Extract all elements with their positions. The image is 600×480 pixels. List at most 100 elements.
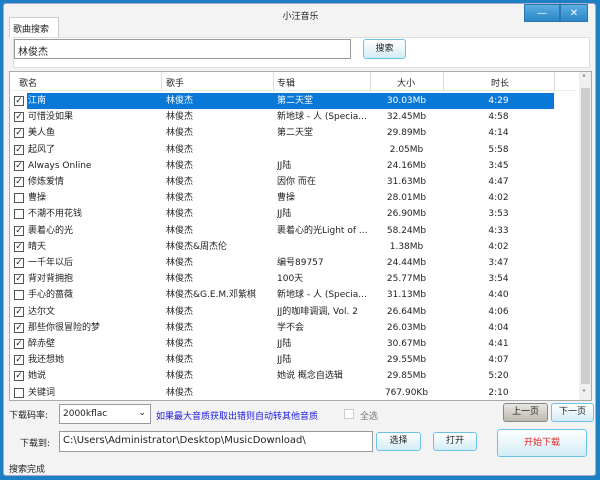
minimize-button[interactable]: — [524, 4, 560, 22]
album: 新地球 - 人 (Specia... [277, 112, 367, 123]
column-header-size[interactable]: 大小 [397, 76, 415, 89]
album: 100天 [277, 274, 304, 285]
select-all-checkbox[interactable] [344, 409, 354, 419]
song-name: 那些你很冒险的梦 [28, 322, 101, 333]
duration: 4:40 [488, 290, 509, 301]
row-checkbox[interactable]: ✓ [14, 274, 24, 285]
artist: 林俊杰 [166, 306, 194, 317]
table-row[interactable]: 不潮不用花钱 林俊杰 JJ陆 26.90Mb 3:53 [10, 206, 577, 222]
song-name: 美人鱼 [28, 128, 56, 139]
table-row[interactable]: 关键词 林俊杰 767.90Kb 2:10 [10, 385, 577, 400]
duration: 4:14 [488, 128, 509, 139]
album: JJ陆 [277, 209, 292, 220]
table-row[interactable]: 手心的蔷薇 林俊杰&G.E.M.邓紫棋 新地球 - 人 (Specia... 31.1… [10, 287, 577, 303]
table-row[interactable]: ✓ 那些你很冒险的梦 林俊杰 学不会 26.03Mb 4:04 [10, 320, 577, 336]
size: 24.16Mb [386, 160, 427, 171]
artist: 林俊杰 [166, 339, 194, 349]
table-row[interactable]: ✓ 她说 林俊杰 她说 概念自选辑 29.85Mb 5:20 [10, 368, 577, 384]
search-button[interactable]: 搜索 [363, 39, 406, 59]
song-name: 达尔文 [28, 306, 56, 317]
song-list: 歌名 歌手 专辑 大小 时长 ✓ 江南 林俊杰 第二天堂 30.03Mb 4:29 ✓ 可惜没… [9, 71, 592, 401]
row-checkbox[interactable]: ✓ [14, 258, 24, 268]
duration: 4:47 [488, 177, 509, 187]
album: JJ陆 [277, 355, 292, 366]
row-checkbox[interactable]: ✓ [14, 128, 24, 139]
bitrate-value: 2000kflac [63, 409, 108, 419]
column-header-album[interactable]: 专辑 [277, 76, 295, 89]
tab-song-search[interactable]: 歌曲搜索 [9, 17, 59, 38]
size: 25.77Mb [386, 274, 427, 285]
table-row[interactable]: ✓ 裹着心的光 林俊杰 裹着心的光Light of ... 58.24Mb 4:33 [10, 223, 577, 239]
table-row[interactable]: 曹操 林俊杰 曹操 28.01Mb 4:02 [10, 190, 577, 206]
song-name: 背对背拥抱 [28, 274, 74, 285]
artist: 林俊杰 [166, 322, 194, 333]
search-input[interactable]: 林俊杰 [14, 39, 351, 59]
scrollbar[interactable]: ˄ ˅ [579, 72, 591, 400]
table-row[interactable]: ✓ 修炼爱情 林俊杰 因你 而在 31.63Mb 4:47 [10, 174, 577, 190]
row-checkbox[interactable]: ✓ [14, 160, 24, 171]
song-name: 我还想她 [28, 355, 65, 366]
column-header-name[interactable]: 歌名 [19, 76, 37, 89]
song-name: 关键词 [28, 387, 56, 398]
artist: 林俊杰 [166, 387, 194, 398]
choose-button[interactable]: 选择 [376, 432, 421, 451]
artist: 林俊杰 [166, 371, 194, 382]
scroll-down-icon[interactable]: ˅ [582, 389, 586, 398]
artist: 林俊杰 [166, 258, 194, 268]
table-row[interactable]: ✓ 我还想她 林俊杰 JJ陆 29.55Mb 4:07 [10, 352, 577, 368]
table-row[interactable]: ✓ 晴天 林俊杰&周杰伦 1.38Mb 4:02 [10, 239, 577, 255]
row-checkbox[interactable]: ✓ [14, 322, 24, 333]
artist: 林俊杰&G.E.M.邓紫棋 [166, 290, 257, 301]
row-checkbox[interactable]: ✓ [14, 371, 24, 382]
row-checkbox[interactable] [14, 209, 24, 220]
table-row[interactable]: ✓ 江南 林俊杰 第二天堂 30.03Mb 4:29 [10, 93, 577, 109]
album: 裹着心的光Light of ... [277, 225, 368, 236]
table-row[interactable]: ✓ 起风了 林俊杰 2.05Mb 5:58 [10, 142, 577, 158]
table-row[interactable]: ✓ 一千年以后 林俊杰 编号89757 24.44Mb 3:47 [10, 255, 577, 271]
row-checkbox[interactable]: ✓ [14, 225, 24, 236]
status-text: 搜索完成 [9, 465, 46, 475]
chevron-down-icon: ⌄ [138, 408, 146, 418]
artist: 林俊杰&周杰伦 [166, 241, 228, 252]
size: 24.44Mb [386, 258, 427, 268]
row-checkbox[interactable]: ✓ [14, 306, 24, 317]
row-checkbox[interactable] [14, 387, 24, 398]
row-checkbox[interactable]: ✓ [14, 177, 24, 187]
album: 新地球 - 人 (Specia... [277, 290, 367, 301]
column-header-artist[interactable]: 歌手 [166, 76, 184, 89]
row-checkbox[interactable]: ✓ [14, 112, 24, 123]
artist: 林俊杰 [166, 274, 194, 285]
row-checkbox[interactable]: ✓ [14, 355, 24, 366]
album: 第二天堂 [277, 96, 314, 106]
song-name: 可惜没如果 [28, 112, 74, 123]
start-download-button[interactable]: 开始下载 [497, 429, 587, 457]
row-checkbox[interactable]: ✓ [14, 241, 24, 252]
open-button[interactable]: 打开 [433, 432, 477, 451]
scroll-up-icon[interactable]: ˄ [582, 74, 586, 83]
path-input[interactable]: C:\Users\Administrator\Desktop\MusicDown… [59, 431, 373, 452]
artist: 林俊杰 [166, 225, 194, 236]
table-row[interactable]: ✓ 背对背拥抱 林俊杰 100天 25.77Mb 3:54 [10, 271, 577, 287]
table-row[interactable]: ✓ 美人鱼 林俊杰 第二天堂 29.89Mb 4:14 [10, 125, 577, 141]
size: 26.90Mb [386, 209, 427, 220]
artist: 林俊杰 [166, 128, 194, 139]
column-header-duration[interactable]: 时长 [491, 76, 509, 89]
next-page-button[interactable]: 下一页 [551, 403, 594, 422]
row-checkbox[interactable]: ✓ [14, 339, 24, 349]
row-checkbox[interactable] [14, 290, 24, 301]
duration: 4:04 [488, 322, 509, 333]
size: 30.03Mb [386, 96, 427, 106]
table-row[interactable]: ✓ Always Online 林俊杰 JJ陆 24.16Mb 3:45 [10, 158, 577, 174]
bitrate-select[interactable]: 2000kflac ⌄ [59, 404, 151, 424]
table-row[interactable]: ✓ 醉赤壁 林俊杰 JJ陆 30.67Mb 4:41 [10, 336, 577, 352]
scrollbar-thumb[interactable] [581, 88, 590, 384]
row-checkbox[interactable] [14, 193, 24, 204]
row-checkbox[interactable]: ✓ [14, 144, 24, 155]
table-row[interactable]: ✓ 可惜没如果 林俊杰 新地球 - 人 (Specia... 32.45Mb 4:58 [10, 109, 577, 125]
row-checkbox[interactable]: ✓ [14, 96, 24, 106]
table-row[interactable]: ✓ 达尔文 林俊杰 JJ的咖啡调调, Vol. 2 26.64Mb 4:06 [10, 304, 577, 320]
album: 学不会 [277, 322, 305, 333]
duration: 4:33 [488, 225, 509, 236]
prev-page-button[interactable]: 上一页 [503, 403, 548, 422]
close-button[interactable]: ✕ [560, 4, 588, 22]
